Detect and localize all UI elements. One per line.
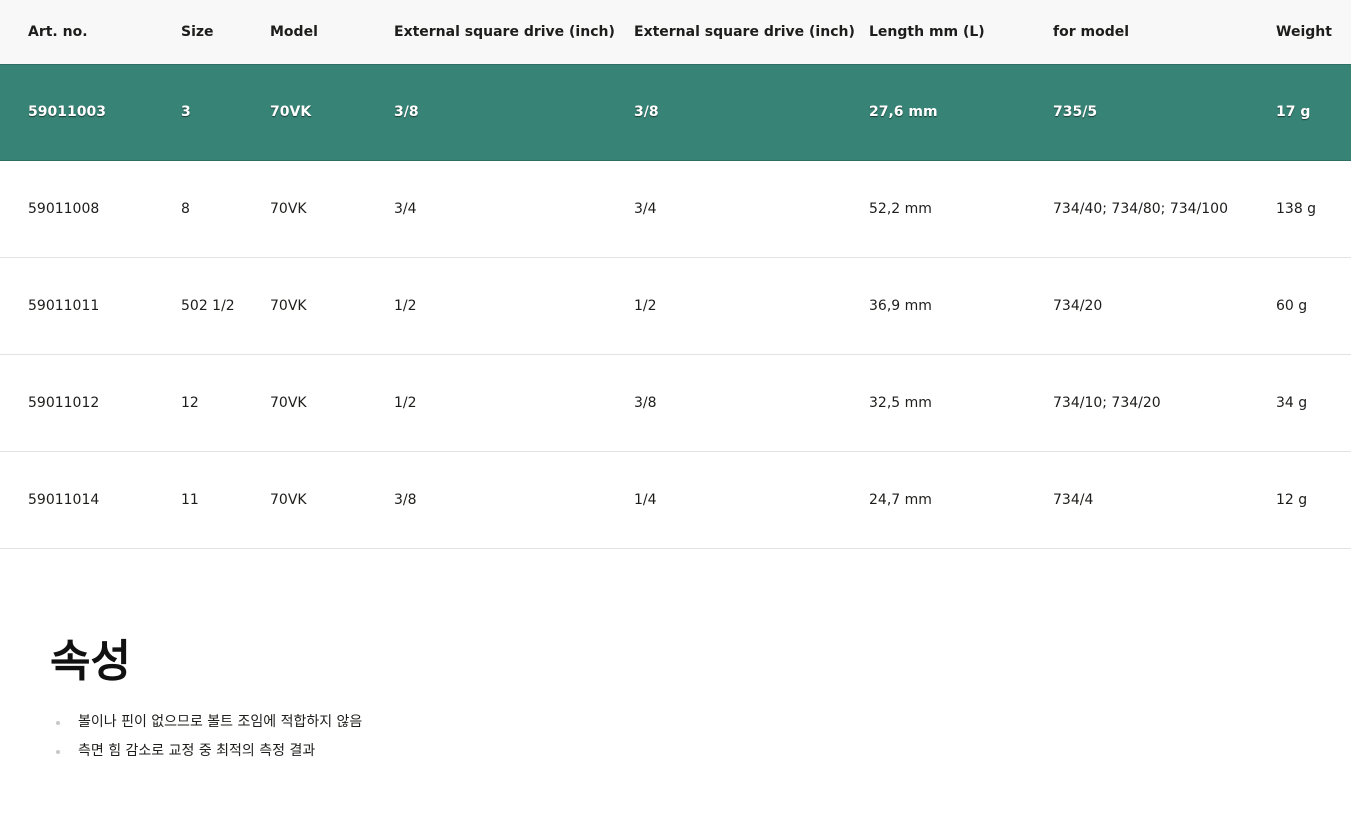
cell-length: 36,9 mm (869, 297, 932, 314)
cell-model: 70VK (270, 394, 307, 411)
cell-model: 70VK (270, 104, 312, 120)
cell-model: 70VK (270, 200, 307, 217)
cell-art-no: 59011003 (28, 104, 106, 120)
header-external-square-drive-1[interactable]: External square drive (inch) (394, 0, 634, 64)
table-row[interactable]: 59011014 11 70VK 3/8 1/4 24,7 mm 734/4 1… (0, 451, 1351, 548)
cell-drive-2: 1/4 (634, 491, 657, 508)
cell-size: 8 (181, 200, 190, 217)
cell-drive-1: 3/4 (394, 200, 417, 217)
table-row[interactable]: 59011008 8 70VK 3/4 3/4 52,2 mm 734/40; … (0, 160, 1351, 257)
page: Art. no. Size Model External square driv… (0, 0, 1351, 836)
table-row-selected[interactable]: 59011003 3 70VK 3/8 3/8 27,6 mm 735/5 17… (0, 64, 1351, 160)
cell-drive-1: 3/8 (394, 104, 419, 120)
table-row[interactable]: 59011012 12 70VK 1/2 3/8 32,5 mm 734/10;… (0, 354, 1351, 451)
header-art-no[interactable]: Art. no. (0, 0, 181, 64)
cell-for-model: 734/40; 734/80; 734/100 (1053, 200, 1228, 217)
bullet-dot-icon (56, 750, 60, 754)
cell-drive-2: 3/4 (634, 200, 657, 217)
cell-art-no: 59011012 (28, 394, 100, 411)
cell-weight: 34 g (1276, 394, 1308, 411)
header-weight[interactable]: Weight (1276, 0, 1351, 64)
cell-drive-1: 1/2 (394, 297, 417, 314)
cell-art-no: 59011008 (28, 200, 100, 217)
cell-length: 32,5 mm (869, 394, 932, 411)
cell-art-no: 59011011 (28, 297, 100, 314)
cell-drive-1: 1/2 (394, 394, 417, 411)
cell-weight: 138 g (1276, 200, 1317, 217)
list-item-text: 볼이나 핀이 없으므로 볼트 조임에 적합하지 않음 (78, 714, 363, 730)
properties-list: 볼이나 핀이 없으므로 볼트 조임에 적합하지 않음 측면 힘 감소로 교정 중… (50, 708, 1300, 766)
header-size[interactable]: Size (181, 0, 270, 64)
cell-length: 52,2 mm (869, 200, 932, 217)
cell-art-no: 59011014 (28, 491, 100, 508)
cell-size: 502 1/2 (181, 297, 235, 314)
cell-size: 3 (181, 104, 191, 120)
product-variants-table: Art. no. Size Model External square driv… (0, 0, 1351, 549)
header-for-model[interactable]: for model (1053, 0, 1276, 64)
bullet-dot-icon (56, 721, 60, 725)
cell-drive-1: 3/8 (394, 491, 417, 508)
cell-weight: 60 g (1276, 297, 1308, 314)
list-item: 볼이나 핀이 없으므로 볼트 조임에 적합하지 않음 (50, 708, 1300, 737)
cell-for-model: 734/10; 734/20 (1053, 394, 1161, 411)
cell-drive-2: 3/8 (634, 394, 657, 411)
cell-length: 24,7 mm (869, 491, 932, 508)
cell-drive-2: 3/8 (634, 104, 659, 120)
cell-size: 11 (181, 491, 199, 508)
properties-title: 속성 (50, 636, 131, 687)
table-header-row: Art. no. Size Model External square driv… (0, 0, 1351, 64)
cell-size: 12 (181, 394, 199, 411)
list-item-text: 측면 힘 감소로 교정 중 최적의 측정 결과 (78, 743, 316, 759)
cell-weight: 12 g (1276, 491, 1308, 508)
cell-model: 70VK (270, 491, 307, 508)
properties-section: 속성 볼이나 핀이 없으므로 볼트 조임에 적합하지 않음 측면 힘 감소로 교… (50, 632, 1300, 766)
cell-weight: 17 g (1276, 104, 1311, 120)
cell-for-model: 735/5 (1053, 104, 1098, 120)
cell-for-model: 734/20 (1053, 297, 1103, 314)
table-row[interactable]: 59011011 502 1/2 70VK 1/2 1/2 36,9 mm 73… (0, 257, 1351, 354)
header-length[interactable]: Length mm (L) (869, 0, 1053, 64)
header-external-square-drive-2[interactable]: External square drive (inch) (634, 0, 869, 64)
header-model[interactable]: Model (270, 0, 394, 64)
list-item: 측면 힘 감소로 교정 중 최적의 측정 결과 (50, 737, 1300, 766)
cell-for-model: 734/4 (1053, 491, 1094, 508)
cell-model: 70VK (270, 297, 307, 314)
cell-drive-2: 1/2 (634, 297, 657, 314)
cell-length: 27,6 mm (869, 104, 938, 120)
